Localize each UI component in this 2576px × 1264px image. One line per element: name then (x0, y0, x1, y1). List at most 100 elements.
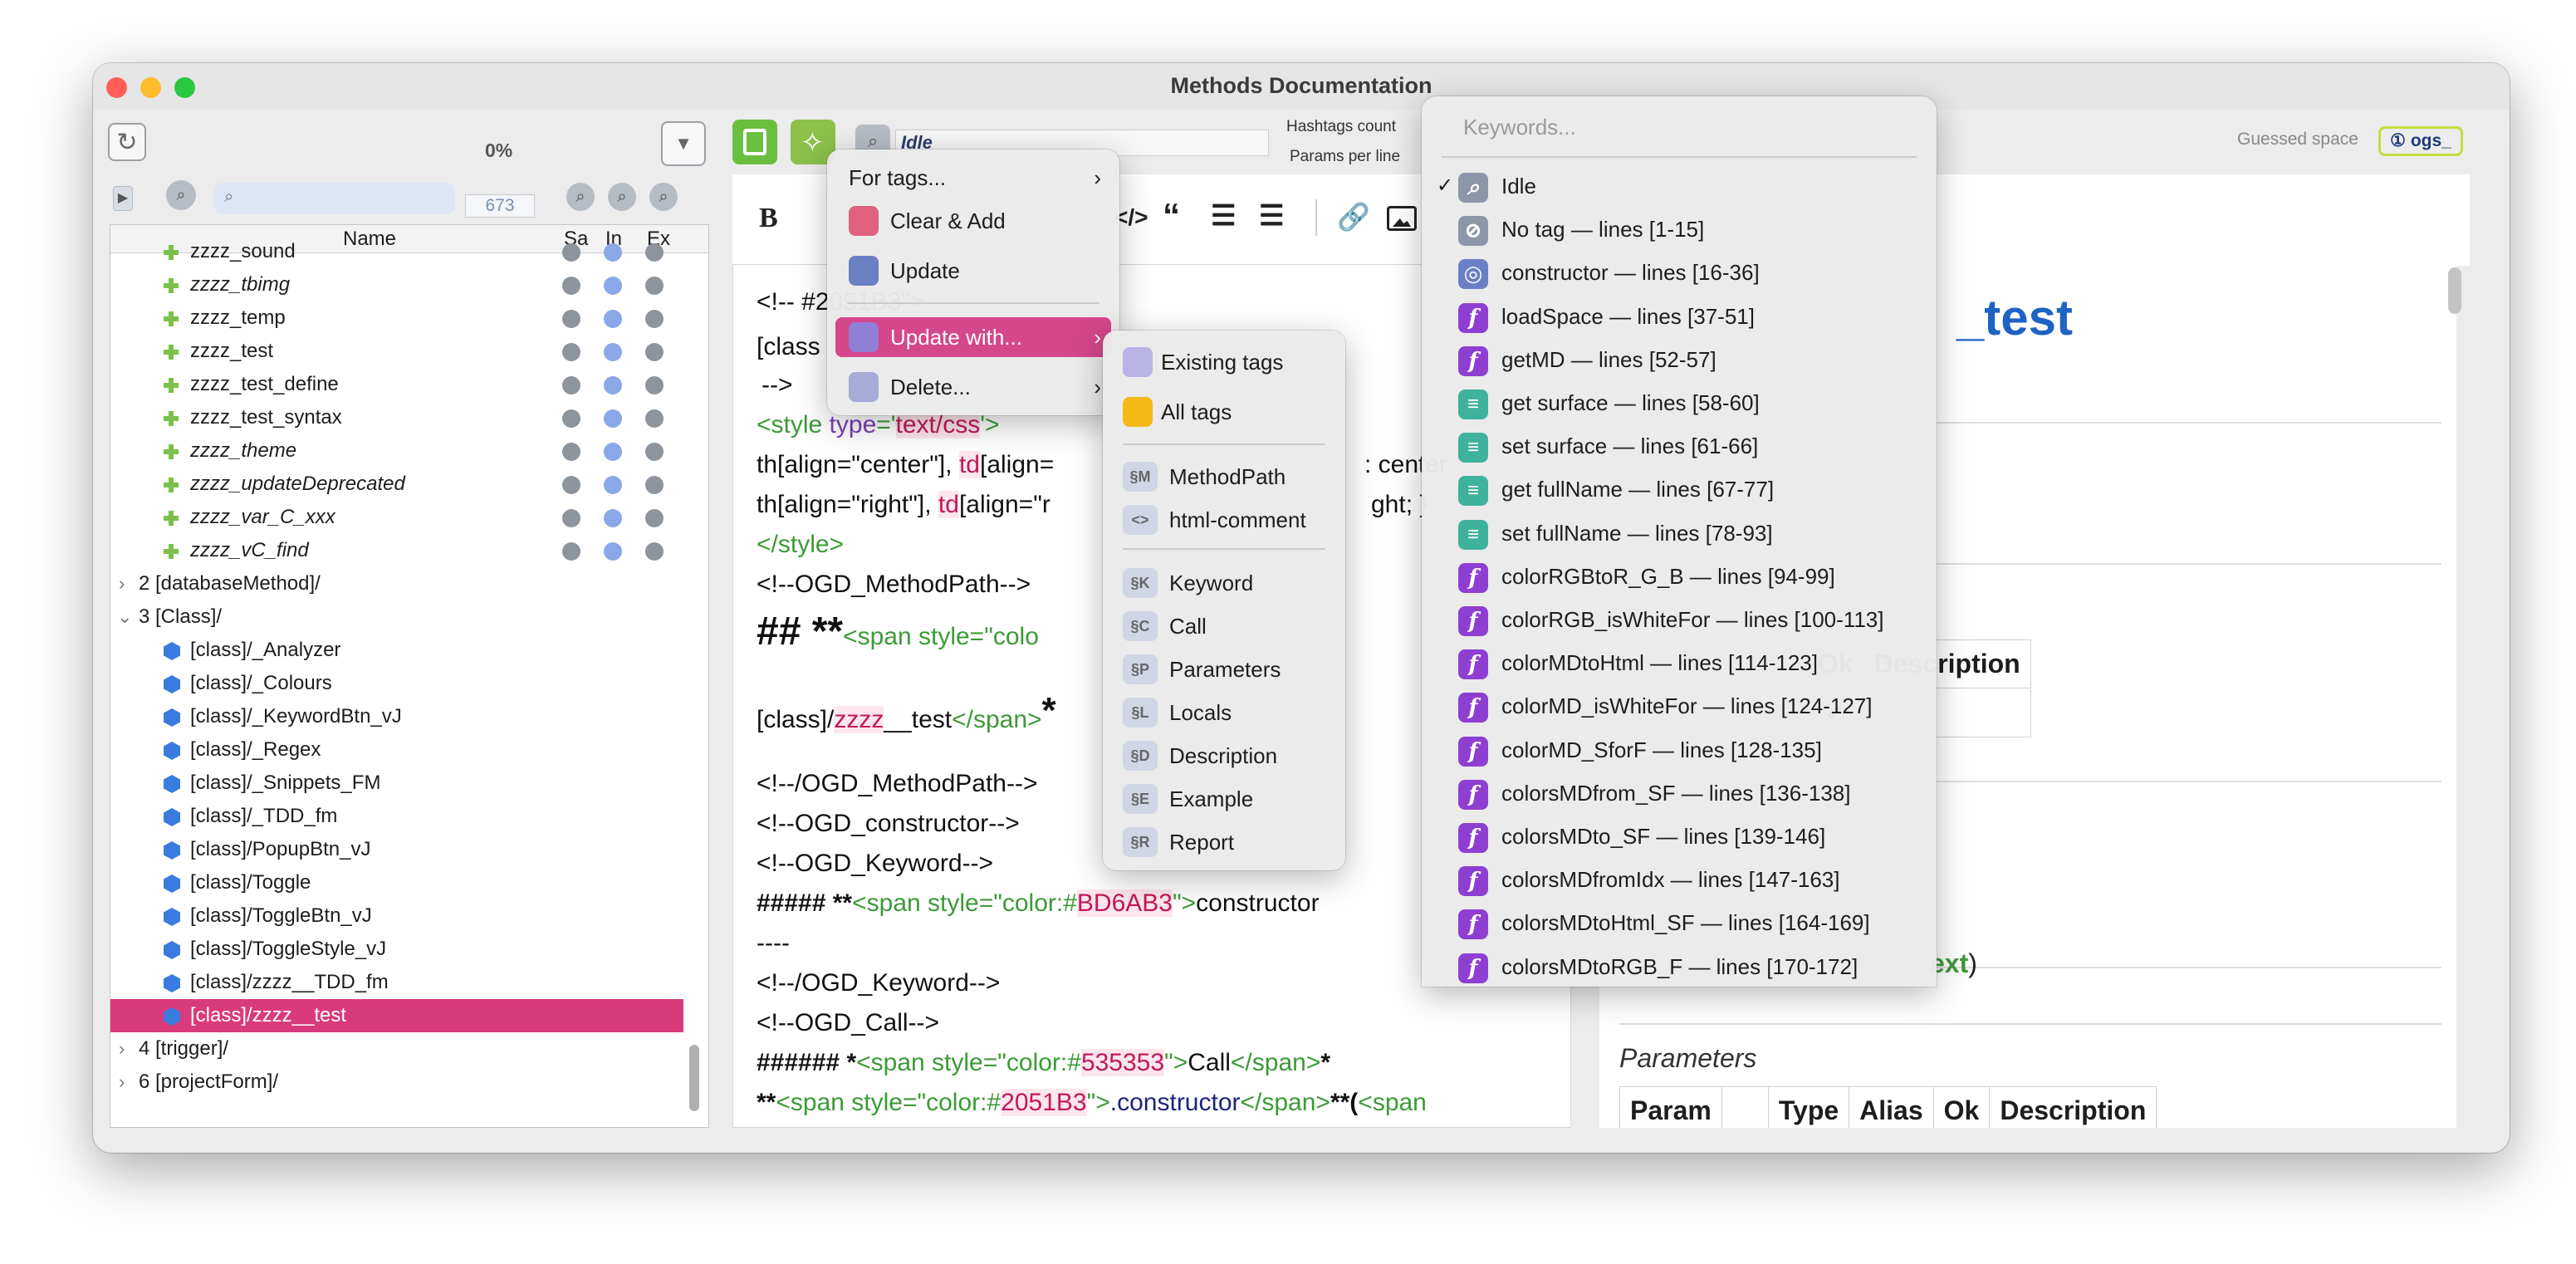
keyword-item[interactable]: ≡ set surface — lines [61-66] (1458, 426, 1930, 466)
keyword-item[interactable]: ≡ get fullName — lines [67-77] (1458, 469, 1930, 509)
keyword-item[interactable]: ◎ constructor — lines [16-36] (1458, 252, 1930, 292)
menu-item-tag-type[interactable]: §C Call (1111, 606, 1337, 646)
menu-item-tag-type[interactable]: <> html-comment (1111, 500, 1337, 540)
keyword-item[interactable]: f colorsMDtoHtml_SF — lines [164-169] (1458, 903, 1930, 943)
share-icon[interactable] (562, 409, 580, 428)
tree-row-method[interactable]: zzzz_test_define (110, 368, 683, 401)
share-icon[interactable] (562, 476, 580, 494)
share-icon[interactable] (562, 343, 580, 361)
tree-search-input[interactable]: ⌕ (214, 183, 455, 214)
keyword-item[interactable]: f colorRGBtoR_G_B — lines [94-99] (1458, 556, 1930, 596)
guessed-space-badge[interactable]: ① ogs_ (2378, 126, 2463, 156)
tree-group[interactable]: ⌄ 3 [Class]/ (110, 600, 683, 634)
menu-item-tag-type[interactable]: §M MethodPath (1111, 457, 1337, 497)
expand-button[interactable]: ▶ (113, 186, 133, 211)
share-icon[interactable] (562, 542, 580, 561)
quote-button[interactable]: “ (1163, 196, 1180, 236)
globe-icon[interactable] (645, 310, 664, 328)
keyword-item[interactable]: f getMD — lines [52-57] (1458, 340, 1930, 380)
keyword-item[interactable]: f colorsMDto_SF — lines [139-146] (1458, 816, 1930, 856)
globe-icon[interactable] (645, 243, 664, 262)
save-button[interactable] (732, 120, 777, 164)
menu-item-clear-add[interactable]: Clear & Add (835, 201, 1111, 241)
share-icon[interactable] (562, 277, 580, 295)
share-icon[interactable] (562, 243, 580, 262)
keyword-item[interactable]: f colorMD_isWhiteFor — lines [124-127] (1458, 686, 1930, 726)
code-button[interactable]: </> (1114, 204, 1148, 231)
tree-row-class[interactable]: [class]/zzzz__test (110, 999, 683, 1032)
menu-item-tag-type[interactable]: §L Locals (1111, 693, 1337, 732)
link-icon[interactable] (604, 376, 622, 394)
keyword-item[interactable]: f colorsMDfromIdx — lines [147-163] (1458, 860, 1930, 899)
keyword-item[interactable]: ≡ get surface — lines [58-60] (1458, 383, 1930, 423)
menu-item-tag-type[interactable]: §K Keyword (1111, 563, 1337, 603)
keyword-item[interactable]: f colorRGB_isWhiteFor — lines [100-113] (1458, 600, 1930, 639)
link-icon[interactable] (604, 542, 622, 561)
keyword-item[interactable]: f colorsMDtoRGB_F — lines [170-172] (1458, 947, 1930, 987)
filter-in-button[interactable]: ⌕ (608, 183, 636, 211)
keyword-item[interactable]: ⊘ No tag — lines [1-15] (1458, 209, 1930, 249)
globe-icon[interactable] (645, 343, 664, 361)
link-icon[interactable] (604, 310, 622, 328)
menu-item-existing-tags[interactable]: Existing tags (1111, 342, 1337, 382)
globe-icon[interactable] (645, 443, 664, 461)
keyword-item[interactable]: f colorsMDfrom_SF — lines [136-138] (1458, 773, 1930, 813)
link-icon[interactable] (604, 509, 622, 527)
tree-row-method[interactable]: zzzz_test (110, 335, 683, 368)
keyword-item[interactable]: ✓ ⌕ Idle (1437, 166, 1930, 206)
filter-ex-button[interactable]: ⌕ (649, 183, 678, 211)
tree-row-method[interactable]: zzzz_theme (110, 434, 683, 468)
tree-row-class[interactable]: [class]/_Colours (110, 667, 683, 700)
tree-row-class[interactable]: [class]/_KeywordBtn_vJ (110, 700, 683, 733)
tree-row-method[interactable]: zzzz_vC_find (110, 534, 683, 567)
preview-scrollbar[interactable] (2448, 267, 2461, 314)
numbered-list-button[interactable]: ☰ (1259, 199, 1284, 233)
bullet-list-button[interactable]: ☰ (1211, 199, 1236, 233)
tree-row-class[interactable]: [class]/zzzz__TDD_fm (110, 966, 683, 999)
keyword-item[interactable]: ≡ set fullName — lines [78-93] (1458, 513, 1930, 553)
link-icon[interactable] (604, 476, 622, 494)
tree-row-method[interactable]: zzzz_test_syntax (110, 401, 683, 434)
tree-row-method[interactable]: zzzz_sound (110, 235, 683, 268)
tree-row-method[interactable]: zzzz_updateDeprecated (110, 468, 683, 501)
tree-group[interactable]: › 6 [projectForm]/ (110, 1066, 683, 1099)
menu-item-update-with[interactable]: Update with... › (835, 317, 1111, 357)
tree-row-class[interactable]: [class]/ToggleStyle_vJ (110, 933, 683, 966)
image-button[interactable] (1387, 206, 1417, 231)
tree-row-class[interactable]: [class]/PopupBtn_vJ (110, 833, 683, 866)
filter-sa-button[interactable]: ⌕ (566, 183, 595, 211)
link-icon[interactable] (604, 277, 622, 295)
tree-row-class[interactable]: [class]/_Analyzer (110, 634, 683, 667)
globe-icon[interactable] (645, 409, 664, 428)
refresh-button[interactable]: ↻ (108, 123, 146, 161)
keywords-search-input[interactable]: Keywords... (1463, 115, 1576, 140)
menu-item-delete[interactable]: Delete... › (835, 367, 1111, 407)
tree-row-class[interactable]: [class]/_Regex (110, 733, 683, 767)
globe-icon[interactable] (645, 376, 664, 394)
menu-item-tag-type[interactable]: §D Description (1111, 736, 1337, 776)
tree-group[interactable]: › 2 [databaseMethod]/ (110, 567, 683, 600)
tree-row-method[interactable]: zzzz_temp (110, 301, 683, 335)
tree-row-method[interactable]: zzzz_tbimg (110, 268, 683, 301)
globe-icon[interactable] (645, 277, 664, 295)
link-icon[interactable] (604, 243, 622, 262)
tree-row-class[interactable]: [class]/_Snippets_FM (110, 767, 683, 800)
share-icon[interactable] (562, 310, 580, 328)
search-button[interactable]: ⌕ (166, 180, 196, 210)
menu-item-all-tags[interactable]: All tags (1111, 392, 1337, 432)
link-button[interactable]: 🔗 (1337, 201, 1370, 233)
bold-button[interactable]: B (759, 203, 778, 234)
link-icon[interactable] (604, 443, 622, 461)
dropdown-button[interactable]: ▼ (661, 121, 706, 166)
share-icon[interactable] (562, 376, 580, 394)
tree-row-class[interactable]: [class]/Toggle (110, 866, 683, 899)
keyword-item[interactable]: f loadSpace — lines [37-51] (1458, 296, 1930, 336)
globe-icon[interactable] (645, 476, 664, 494)
tree-group[interactable]: › 4 [trigger]/ (110, 1032, 683, 1066)
menu-item-update[interactable]: Update (835, 251, 1111, 291)
globe-icon[interactable] (645, 509, 664, 527)
tree-scrollbar[interactable] (689, 1045, 699, 1111)
share-icon[interactable] (562, 443, 580, 461)
menu-item-tag-type[interactable]: §P Parameters (1111, 649, 1337, 689)
keyword-item[interactable]: f colorMDtoHtml — lines [114-123] (1458, 643, 1930, 683)
